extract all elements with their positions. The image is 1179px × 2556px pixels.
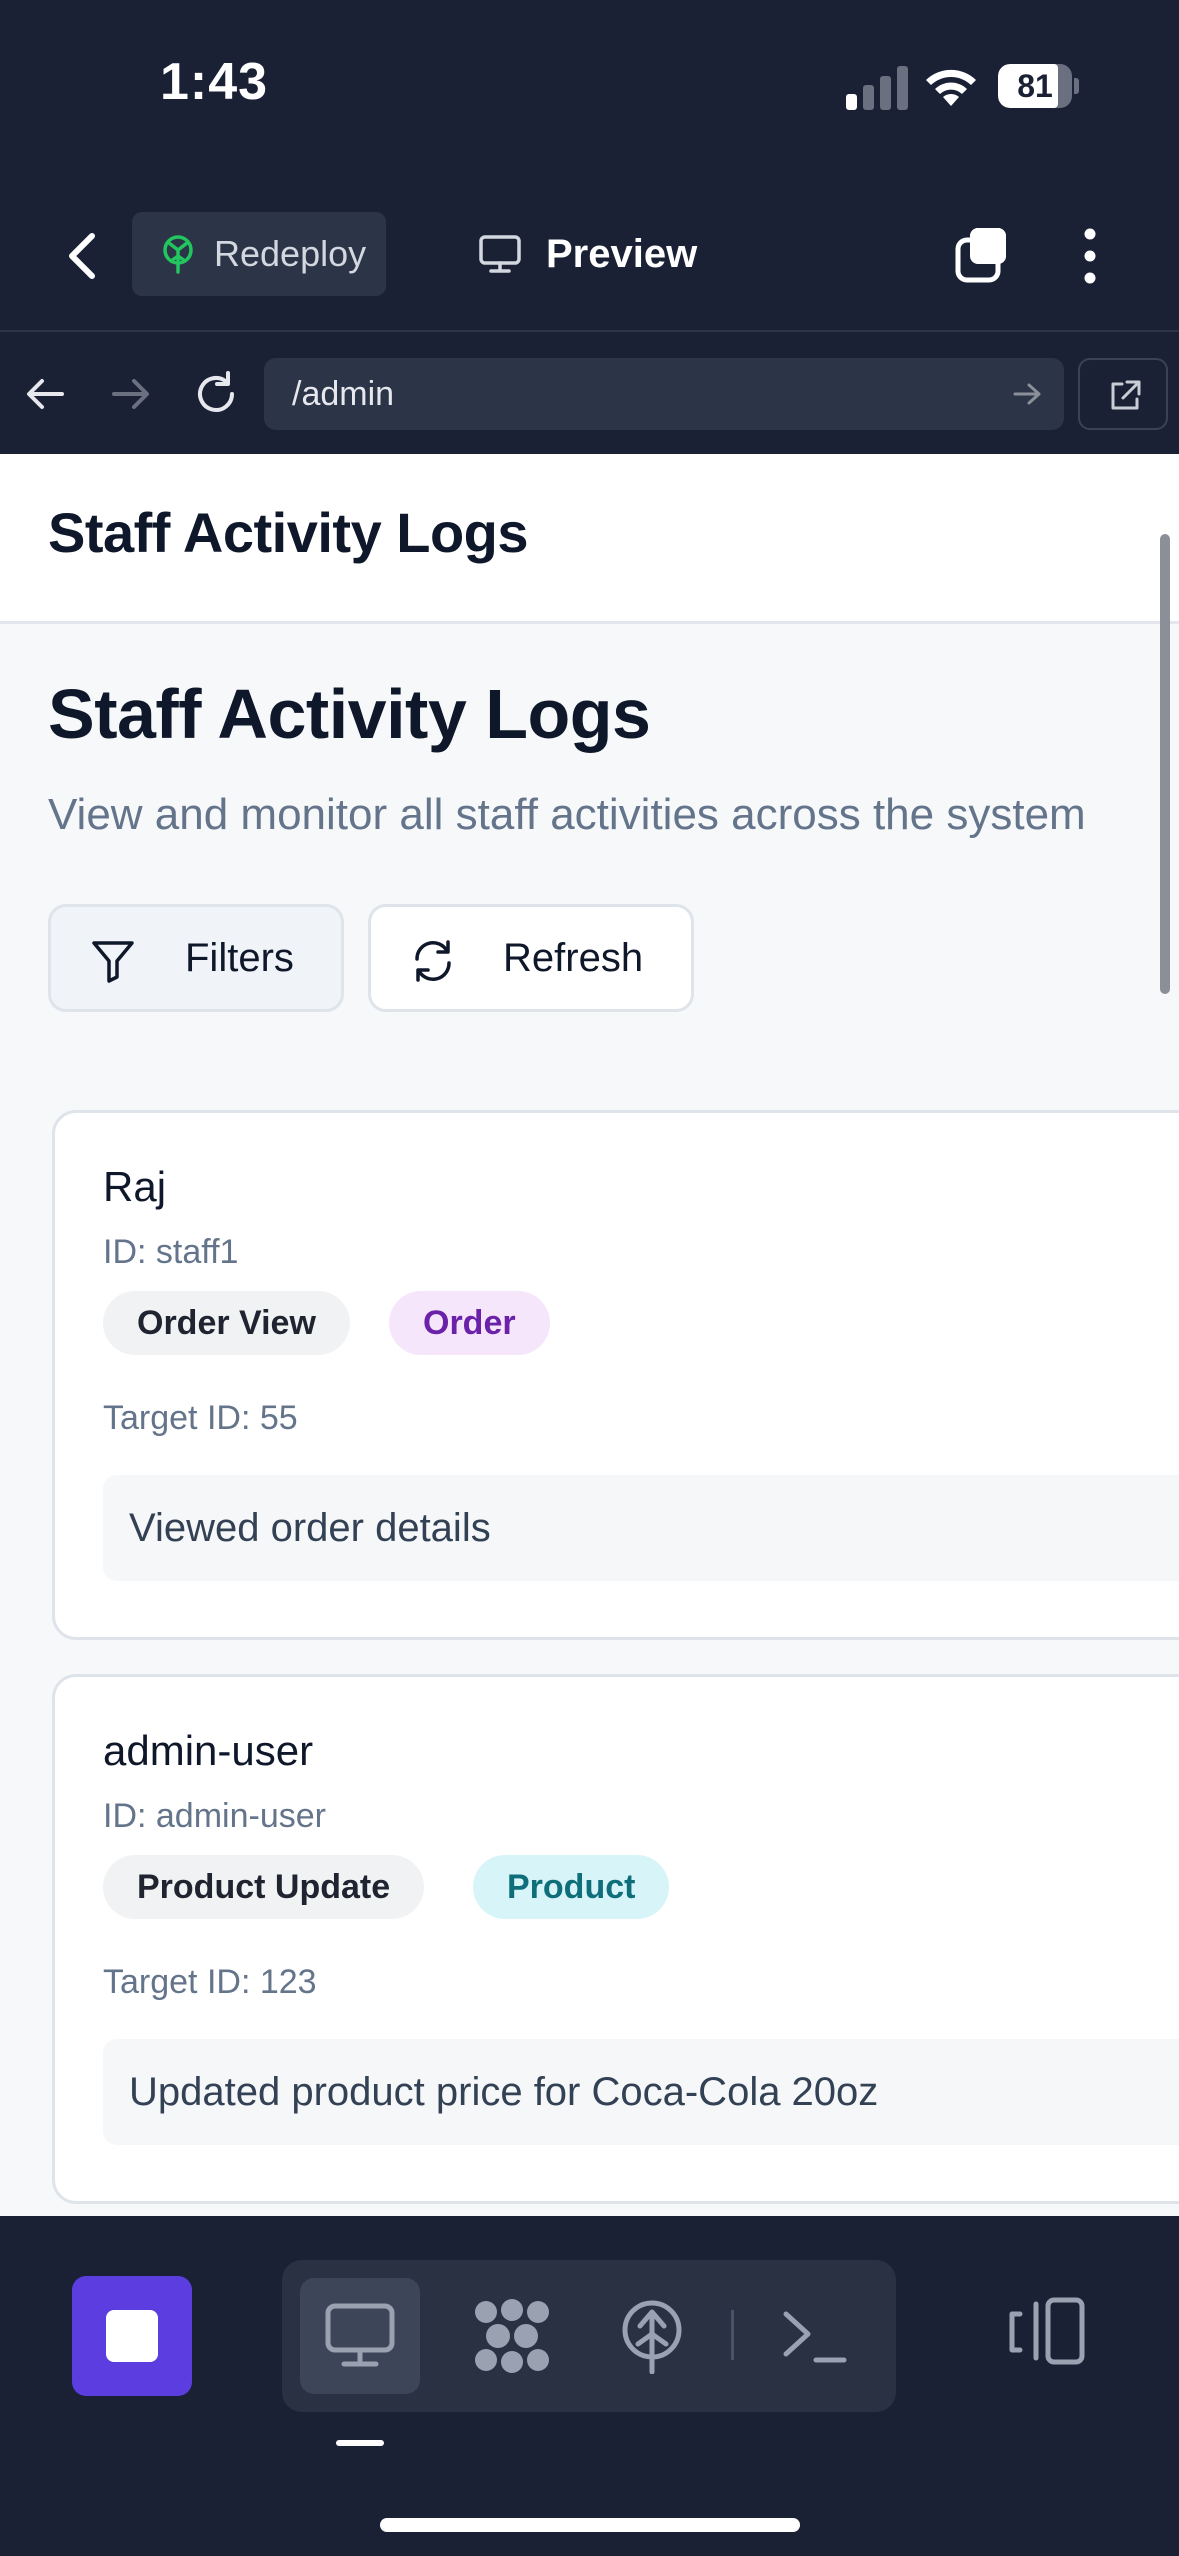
app-header: Redeploy Preview (0, 180, 1179, 330)
category-badge: Order (389, 1291, 550, 1355)
staff-name: Raj (103, 1163, 167, 1210)
filters-label: Filters (185, 936, 294, 980)
webview: Staff Activity Logs Staff Activity Logs … (0, 454, 1179, 2216)
staff-id: ID: staff1 (103, 1233, 239, 1271)
scrollbar[interactable] (1160, 534, 1170, 994)
wifi-icon (926, 69, 976, 106)
refresh-icon (415, 940, 451, 982)
cellular-signal-icon (846, 66, 908, 110)
refresh-label: Refresh (503, 936, 644, 980)
log-card[interactable]: Raj ID: staff1 Order View Order Target I… (52, 1110, 1179, 1640)
bottom-toolbar (0, 2216, 1179, 2556)
details-box: Updated product price for Coca-Cola 20oz (103, 2039, 1179, 2145)
tool-shell-button[interactable] (754, 2278, 874, 2394)
back-chevron-icon[interactable] (52, 224, 116, 288)
external-link-icon (1111, 380, 1141, 410)
log-card[interactable]: admin-user ID: admin-user Product Update… (52, 1674, 1179, 2204)
status-time: 1:43 (160, 53, 269, 111)
status-bar: 1:43 81 (0, 0, 1179, 180)
layout-toggle-icon[interactable] (1004, 2290, 1088, 2374)
target-id: Target ID: 123 (103, 1963, 317, 2001)
toolbar-divider (731, 2310, 734, 2360)
tool-shapes-button[interactable] (452, 2278, 572, 2394)
staff-id: ID: admin-user (103, 1797, 326, 1835)
active-tab-indicator (336, 2440, 384, 2446)
stop-icon (106, 2310, 158, 2362)
filter-icon (92, 941, 134, 983)
deploy-icon (622, 2300, 682, 2374)
tool-group (282, 2260, 896, 2412)
reload-icon[interactable] (192, 370, 240, 418)
page-title: Staff Activity Logs (48, 675, 651, 753)
browser-back-icon[interactable] (24, 372, 68, 416)
page-subtitle: View and monitor all staff activities ac… (48, 790, 1086, 839)
redeploy-button[interactable]: Redeploy (132, 212, 386, 296)
terminal-icon (783, 2311, 847, 2363)
tool-deploy-button[interactable] (592, 2278, 712, 2394)
deploy-tree-icon (163, 235, 193, 274)
url-go-arrow-icon[interactable] (1012, 380, 1042, 408)
preview-tab[interactable]: Preview (478, 212, 738, 296)
url-text: /admin (292, 375, 395, 413)
action-badge: Order View (103, 1291, 350, 1355)
tool-preview-button[interactable] (300, 2278, 420, 2394)
preview-label: Preview (546, 232, 698, 276)
monitor-icon (325, 2303, 395, 2367)
topbar-title: Staff Activity Logs (48, 501, 529, 564)
action-badge: Product Update (103, 1855, 425, 1919)
shapes-icon (475, 2299, 549, 2373)
page-topbar: Staff Activity Logs (0, 454, 1179, 624)
category-badge: Product (473, 1855, 670, 1919)
monitor-icon (479, 235, 521, 273)
details-text: Viewed order details (129, 1506, 491, 1550)
browser-bar: /admin (0, 330, 1179, 454)
details-text: Updated product price for Coca-Cola 20oz (129, 2070, 879, 2114)
more-options-icon[interactable] (1070, 224, 1110, 288)
target-id: Target ID: 55 (103, 1399, 298, 1437)
filters-button[interactable]: Filters (48, 904, 344, 1012)
redeploy-label: Redeploy (214, 233, 367, 274)
browser-forward-icon[interactable] (108, 372, 152, 416)
battery-percent: 81 (1017, 68, 1053, 104)
details-box: Viewed order details (103, 1475, 1179, 1581)
tabs-switcher-icon[interactable] (950, 224, 1014, 288)
battery-icon: 81 (998, 64, 1079, 108)
open-external-button[interactable] (1078, 358, 1168, 430)
stop-button[interactable] (72, 2276, 192, 2396)
home-indicator (380, 2518, 800, 2532)
url-field[interactable]: /admin (264, 358, 1064, 430)
refresh-button[interactable]: Refresh (368, 904, 694, 1012)
staff-name: admin-user (103, 1727, 314, 1774)
